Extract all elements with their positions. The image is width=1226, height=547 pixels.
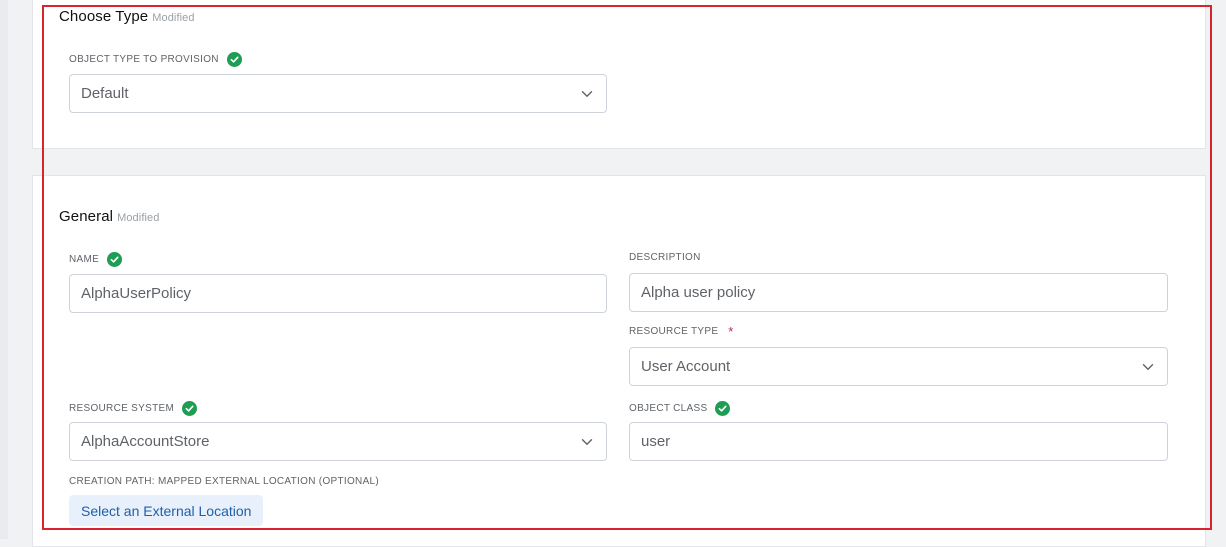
check-circle-icon: [715, 401, 731, 416]
object-type-label-row: OBJECT TYPE TO PROVISION: [69, 52, 242, 67]
required-asterisk: *: [728, 323, 734, 339]
resource-type-label: RESOURCE TYPE: [629, 326, 719, 337]
left-edge-strip: [0, 0, 8, 539]
general-heading: General Modified: [59, 208, 159, 225]
description-value: Alpha user policy: [641, 284, 756, 301]
description-label-row: DESCRIPTION: [629, 252, 701, 263]
object-class-input[interactable]: user: [629, 422, 1168, 461]
creation-path-label-row: CREATION PATH: MAPPED EXTERNAL LOCATION …: [69, 476, 379, 487]
name-label: NAME: [69, 254, 100, 265]
object-class-value: user: [641, 433, 671, 450]
check-circle-icon: [182, 401, 198, 416]
name-value: AlphaUserPolicy: [81, 285, 192, 302]
check-circle-icon: [226, 52, 242, 67]
resource-type-label-row: RESOURCE TYPE *: [629, 323, 734, 339]
resource-system-label: RESOURCE SYSTEM: [69, 403, 175, 414]
description-input[interactable]: Alpha user policy: [629, 273, 1168, 312]
chevron-down-icon: [579, 434, 595, 450]
name-input[interactable]: AlphaUserPolicy: [69, 274, 607, 313]
choose-type-modified-badge: Modified: [152, 12, 195, 24]
choose-type-heading: Choose Type Modified: [59, 8, 195, 25]
resource-system-label-row: RESOURCE SYSTEM: [69, 401, 198, 416]
object-class-label: OBJECT CLASS: [629, 403, 708, 414]
object-class-label-row: OBJECT CLASS: [629, 401, 731, 416]
select-external-location-button[interactable]: Select an External Location: [69, 495, 264, 526]
object-type-value: Default: [81, 85, 129, 102]
check-circle-icon: [107, 252, 123, 267]
name-label-row: NAME: [69, 252, 123, 267]
resource-type-value: User Account: [641, 358, 731, 375]
object-type-label: OBJECT TYPE TO PROVISION: [69, 54, 219, 65]
chevron-down-icon: [579, 86, 595, 102]
creation-path-label: CREATION PATH: MAPPED EXTERNAL LOCATION …: [69, 476, 380, 487]
general-modified-badge: Modified: [117, 212, 160, 224]
description-label: DESCRIPTION: [629, 252, 701, 263]
general-title: General: [59, 208, 114, 225]
object-type-select[interactable]: Default: [69, 74, 607, 113]
chevron-down-icon: [1140, 359, 1156, 375]
choose-type-title: Choose Type: [59, 8, 149, 25]
resource-system-value: AlphaAccountStore: [81, 433, 210, 450]
resource-system-select[interactable]: AlphaAccountStore: [69, 422, 607, 461]
resource-type-select[interactable]: User Account: [629, 347, 1168, 386]
